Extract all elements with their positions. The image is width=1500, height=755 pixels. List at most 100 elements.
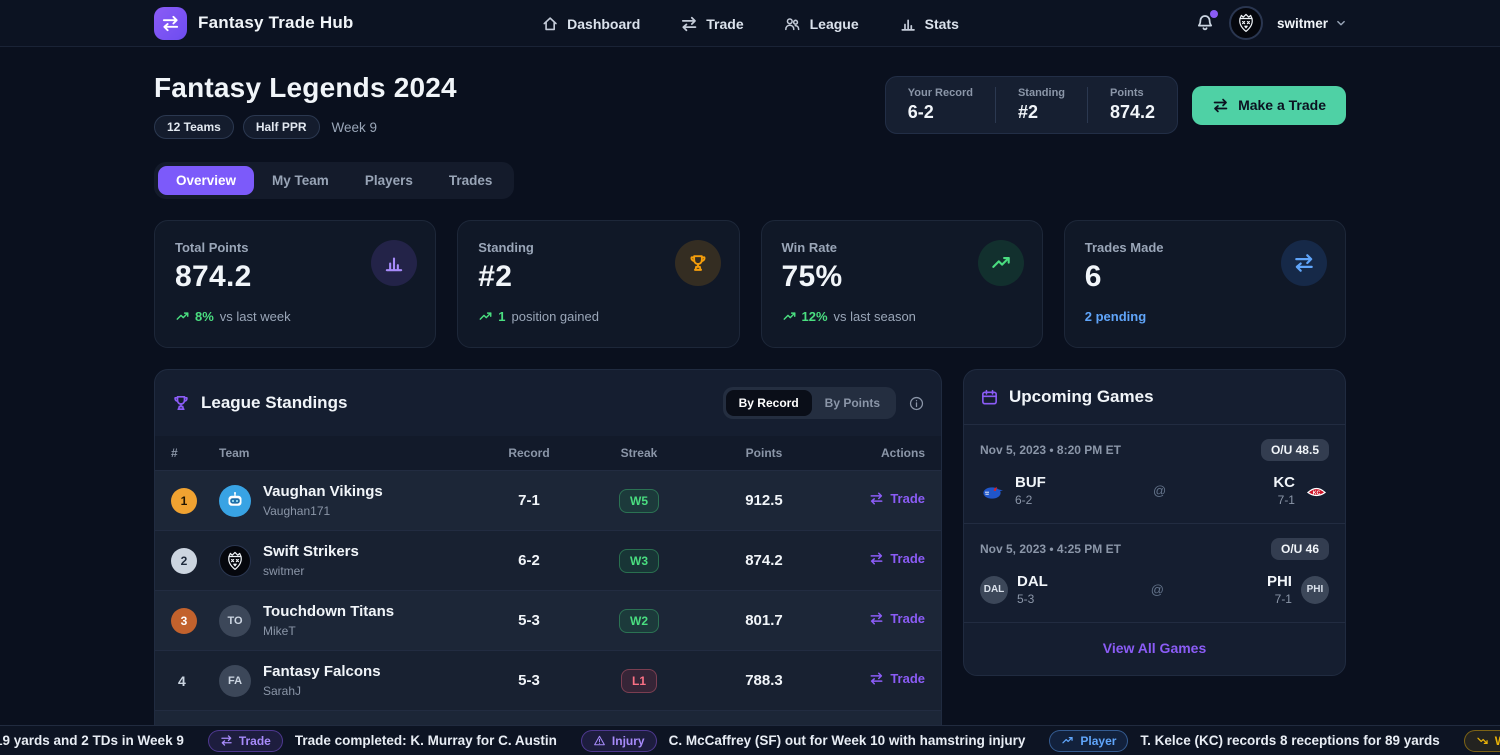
main-nav: Dashboard Trade League Stats [541, 0, 959, 47]
stat-card-win-rate: Win Rate 75% 12% vs last season [761, 220, 1043, 348]
team-handle: switmer [263, 564, 359, 578]
trade-action-button[interactable]: Trade [869, 671, 925, 686]
users-icon [784, 15, 802, 33]
ticker-item: Trade Trade completed: K. Murray for C. … [208, 730, 557, 752]
toggle-by-record[interactable]: By Record [726, 390, 812, 416]
trade-action-button[interactable]: Trade [869, 491, 925, 506]
team-handle: MikeT [263, 624, 394, 638]
streak-badge: W3 [619, 549, 659, 573]
brand-title: Fantasy Trade Hub [198, 13, 354, 33]
swap-arrows-icon [680, 15, 698, 33]
view-all-games-link[interactable]: View All Games [1103, 640, 1207, 656]
summary-value: 6-2 [908, 102, 973, 123]
stat-card-trades-made: Trades Made 6 2 pending [1064, 220, 1346, 348]
trend-up-icon: 1 [478, 309, 505, 324]
summary-label: Standing [1018, 87, 1065, 99]
user-menu[interactable]: switmer [1277, 16, 1348, 31]
user-avatar[interactable] [1229, 6, 1263, 40]
delta-value: 12% [802, 309, 828, 324]
nav-item-trade[interactable]: Trade [680, 15, 743, 33]
mascot-avatar [219, 545, 251, 577]
team-points: 801.7 [699, 612, 829, 629]
games-title: Upcoming Games [1009, 387, 1154, 407]
player-tag-badge: Player [1049, 730, 1128, 752]
team-name: Fantasy Falcons [263, 663, 381, 681]
ticker-item: Injury C. McCaffrey (SF) out for Week 10… [581, 730, 1025, 752]
col-team: Team [219, 446, 479, 460]
col-streak: Streak [579, 446, 699, 460]
delta-value: 8% [195, 309, 214, 324]
ticker-item: Player T. Kelce (KC) records 8 reception… [1049, 730, 1439, 752]
nav-item-league[interactable]: League [784, 15, 859, 33]
ticker-text: C. McCaffrey (SF) out for Week 10 with h… [669, 733, 1026, 748]
delta-suffix: position gained [511, 309, 598, 324]
nav-label: Trade [706, 16, 743, 32]
trophy-icon [171, 393, 191, 413]
bar-chart-icon [371, 240, 417, 286]
news-ticker: 19 yards and 2 TDs in Week 9 Trade Trade… [0, 725, 1500, 755]
swap-arrows-icon [869, 491, 884, 506]
make-a-trade-button[interactable]: Make a Trade [1192, 86, 1346, 125]
ticker-item: Waiver D. Hopkins claimed off waivers [1464, 730, 1500, 752]
waiver-tag-badge: Waiver [1464, 730, 1500, 752]
initials-avatar: FA [219, 665, 251, 697]
swap-arrows-icon [220, 734, 233, 747]
nav-right: switmer [1195, 6, 1348, 40]
team-name: Touchdown Titans [263, 603, 394, 621]
notifications-button[interactable] [1195, 13, 1215, 33]
record-summary-card: Your Record 6-2 Standing #2 Points 874.2 [885, 76, 1178, 134]
summary-value: #2 [1018, 102, 1065, 123]
trade-label: Trade [890, 551, 925, 566]
home-abbr: PHI [1267, 573, 1292, 590]
tag-label: Waiver [1495, 734, 1500, 748]
home-icon [541, 15, 559, 33]
initials-avatar: TO [219, 605, 251, 637]
swap-arrows-icon [869, 611, 884, 626]
page-title: Fantasy Legends 2024 [154, 72, 457, 104]
tab-players[interactable]: Players [347, 166, 431, 195]
tag-label: Injury [612, 734, 645, 748]
summary-value: 874.2 [1110, 102, 1155, 123]
tab-my-team[interactable]: My Team [254, 166, 347, 195]
team-name: Vaughan Vikings [263, 483, 383, 501]
teams-badge: 12 Teams [154, 115, 234, 139]
tab-trades[interactable]: Trades [431, 166, 511, 195]
standings-title: League Standings [201, 393, 347, 413]
league-standings-panel: League Standings By Record By Points # T… [154, 369, 942, 755]
ticker-text: T. Kelce (KC) records 8 receptions for 8… [1140, 733, 1439, 748]
info-icon[interactable] [908, 395, 925, 412]
nav-item-dashboard[interactable]: Dashboard [541, 15, 640, 33]
table-row: 3 TO Touchdown Titans MikeT 5-3 W2 801.7… [155, 590, 941, 650]
game-row: Nov 5, 2023 • 4:25 PM ET O/U 46 DAL DAL … [964, 524, 1345, 623]
nav-label: League [810, 16, 859, 32]
away-record: 6-2 [1015, 493, 1046, 507]
team-record: 6-2 [479, 552, 579, 569]
bar-chart-icon [899, 15, 917, 33]
team-logo: DAL [980, 576, 1008, 604]
trend-up-icon: 12% [782, 309, 828, 324]
trade-tag-badge: Trade [208, 730, 283, 752]
stat-card-standing: Standing #2 1 position gained [457, 220, 739, 348]
trade-action-button[interactable]: Trade [869, 611, 925, 626]
toggle-by-points[interactable]: By Points [812, 390, 893, 416]
col-rank: # [171, 446, 219, 460]
notification-dot [1210, 10, 1218, 18]
nav-label: Dashboard [567, 16, 640, 32]
table-header: # Team Record Streak Points Actions [155, 436, 941, 470]
trade-action-button[interactable]: Trade [869, 551, 925, 566]
col-points: Points [699, 446, 829, 460]
tab-overview[interactable]: Overview [158, 166, 254, 195]
chevron-down-icon [1334, 16, 1348, 30]
ticker-item: 19 yards and 2 TDs in Week 9 [0, 733, 184, 748]
rank-badge: 1 [171, 488, 197, 514]
summary-label: Your Record [908, 87, 973, 99]
nav-item-stats[interactable]: Stats [899, 15, 959, 33]
pending-trades-link[interactable]: 2 pending [1085, 309, 1146, 324]
trend-up-icon: 8% [175, 309, 214, 324]
tag-label: Player [1080, 734, 1116, 748]
streak-badge: W5 [619, 489, 659, 513]
brand[interactable]: Fantasy Trade Hub [154, 7, 354, 40]
home-record: 7-1 [1273, 493, 1295, 507]
team-points: 912.5 [699, 492, 829, 509]
injury-tag-badge: Injury [581, 730, 657, 752]
